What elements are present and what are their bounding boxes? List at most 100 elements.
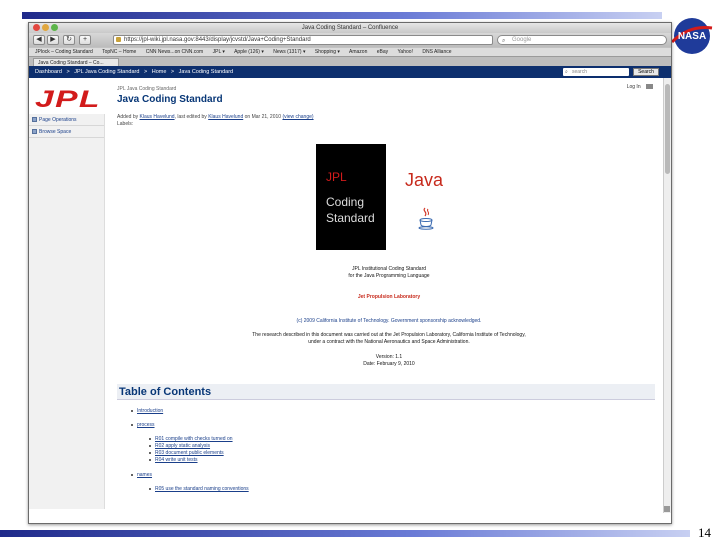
jpl-logo[interactable]: JPL xyxy=(35,86,101,114)
page-metadata: Added by Klaus Havelund, last edited by … xyxy=(117,114,314,120)
bookmark-item[interactable]: JPL ▾ xyxy=(213,49,225,55)
breadcrumb: Dashboard > JPL Java Coding Standard > H… xyxy=(35,69,236,75)
lab-name: Jet Propulsion Laboratory xyxy=(357,294,421,300)
toc-item[interactable]: process xyxy=(131,422,155,428)
breadcrumb-dashboard[interactable]: Dashboard xyxy=(35,69,62,75)
reload-button[interactable]: ↻ xyxy=(63,35,75,45)
toc-title: Table of Contents xyxy=(119,386,212,398)
browser-search-input[interactable]: ⌕ Google xyxy=(497,35,667,45)
vertical-scrollbar[interactable] xyxy=(663,78,671,513)
meta-date: on Mar 21, 2010 xyxy=(244,114,282,120)
search-icon: ⌕ xyxy=(502,38,506,44)
window-title: Java Coding Standard – Confluence xyxy=(301,25,399,31)
subtitle-line2: for the Java Programming Language xyxy=(348,273,430,279)
meta-mid: , last edited by xyxy=(174,114,207,120)
toc-link[interactable]: R01 compile with checks turned on xyxy=(155,436,233,442)
confluence-search-placeholder: search xyxy=(572,69,588,75)
bookmark-item[interactable]: TopNC – Home xyxy=(102,49,136,55)
cover-line2: Standard xyxy=(326,211,375,225)
toc-item[interactable]: R04 write unit tests xyxy=(149,457,198,463)
svg-text:NASA: NASA xyxy=(678,31,706,42)
bookmark-item[interactable]: News (1317) ▾ xyxy=(273,49,305,55)
nasa-logo: NASA xyxy=(670,18,713,54)
slide-page-number: 14 xyxy=(698,525,711,540)
browser-window: Java Coding Standard – Confluence ◀ ▶ ↻ … xyxy=(28,22,672,524)
bookmark-item[interactable]: JPlock – Coding Standard xyxy=(35,49,93,55)
bookmark-item[interactable]: Yahoo! xyxy=(397,49,412,55)
browser-toolbar: ◀ ▶ ↻ + https://jpl-wiki.jpl.nasa.gov:84… xyxy=(29,33,671,47)
toc-header: Table of Contents xyxy=(117,384,655,400)
toc-item[interactable]: Introduction xyxy=(131,408,163,414)
bookmark-item[interactable]: DNS Alliance xyxy=(422,49,451,55)
toc-link[interactable]: R02 apply static analysis xyxy=(155,443,210,449)
bookmark-item[interactable]: CNN News...on CNN.com xyxy=(146,49,204,55)
date-line: Date: February 9, 2010 xyxy=(363,361,415,367)
bookmarks-bar: JPlock – Coding Standard TopNC – Home CN… xyxy=(29,47,671,56)
address-bar[interactable]: https://jpl-wiki.jpl.nasa.gov:8443/displ… xyxy=(113,35,493,45)
bookmark-item[interactable]: eBay xyxy=(377,49,388,55)
bullet xyxy=(149,451,151,454)
confluence-header: Dashboard > JPL Java Coding Standard > H… xyxy=(29,66,671,78)
browser-search-placeholder: Google xyxy=(512,37,532,43)
slide-bottom-bar xyxy=(0,530,690,537)
sidebar-item-page-operations[interactable]: Page Operations xyxy=(29,114,104,126)
java-cup-icon xyxy=(418,207,434,230)
editor-link[interactable]: Klaus Havelund xyxy=(208,114,243,120)
breadcrumb-space[interactable]: JPL Java Coding Standard xyxy=(74,69,139,75)
bullet xyxy=(149,437,151,440)
space-breadcrumb[interactable]: JPL Java Coding Standard xyxy=(117,86,176,92)
bookmark-item[interactable]: Apple (126) ▾ xyxy=(234,49,264,55)
copyright-line: (c) 2009 California Institute of Technol… xyxy=(296,318,482,324)
folder-icon xyxy=(32,129,37,134)
sidebar-item-label: Page Operations xyxy=(39,117,77,123)
page-body: JPL Page Operations Browse Space Log In … xyxy=(29,78,671,513)
add-bookmark-button[interactable]: + xyxy=(79,35,91,45)
toc-item[interactable]: R03 document public elements xyxy=(149,450,224,456)
meta-prefix: Added by xyxy=(117,114,139,120)
breadcrumb-separator: > xyxy=(170,69,175,75)
slide-top-bar xyxy=(22,12,662,19)
page-title: Java Coding Standard xyxy=(117,94,223,105)
research-line2: under a contract with the National Aeron… xyxy=(308,339,470,345)
toc-item[interactable]: R02 apply static analysis xyxy=(149,443,210,449)
toc-link[interactable]: R05 use the standard naming conventions xyxy=(155,486,249,492)
breadcrumb-home[interactable]: Home xyxy=(152,69,167,75)
sidebar-item-browse-space[interactable]: Browse Space xyxy=(29,126,104,138)
toc-item[interactable]: names xyxy=(131,472,152,478)
view-change-link[interactable]: (view change) xyxy=(282,114,313,120)
cover-line1: Coding xyxy=(326,195,365,209)
java-logo-text: Java xyxy=(405,170,444,190)
breadcrumb-page[interactable]: Java Coding Standard xyxy=(179,69,233,75)
toc-item[interactable]: R05 use the standard naming conventions xyxy=(149,486,249,492)
resize-handle[interactable] xyxy=(664,506,670,512)
toc-link[interactable]: process xyxy=(137,422,155,428)
version-line: Version: 1.1 xyxy=(375,354,403,360)
toc-item[interactable]: R01 compile with checks turned on xyxy=(149,436,233,442)
toc-link[interactable]: R04 write unit tests xyxy=(155,457,198,463)
author-link[interactable]: Klaus Havelund xyxy=(140,114,175,120)
breadcrumb-separator: > xyxy=(66,69,70,75)
lock-icon xyxy=(116,37,121,42)
confluence-search-input[interactable]: ⌕ search xyxy=(563,68,629,76)
sidebar-item-label: Browse Space xyxy=(39,129,72,135)
sidebar: Page Operations Browse Space xyxy=(29,114,105,509)
bullet xyxy=(131,473,133,476)
tab-bar: Java Coding Standard – Co... xyxy=(29,56,671,67)
window-titlebar: Java Coding Standard – Confluence xyxy=(29,23,671,33)
labels-label: Labels: xyxy=(117,121,134,127)
back-button[interactable]: ◀ xyxy=(33,35,45,45)
address-text: https://jpl-wiki.jpl.nasa.gov:8443/displ… xyxy=(124,37,311,43)
toc-link[interactable]: names xyxy=(137,472,152,478)
printer-icon[interactable] xyxy=(646,84,653,90)
cover-image: JPL Coding Standard xyxy=(316,144,386,250)
confluence-search-button[interactable]: Search xyxy=(633,68,659,76)
login-link[interactable]: Log In xyxy=(627,84,641,90)
scrollbar-thumb[interactable] xyxy=(665,84,670,174)
bookmark-item[interactable]: Shopping ▾ xyxy=(315,49,340,55)
bookmark-item[interactable]: Amazon xyxy=(349,49,367,55)
subtitle-line1: JPL Institutional Coding Standard xyxy=(351,266,427,272)
toc-link[interactable]: R03 document public elements xyxy=(155,450,224,456)
bullet xyxy=(149,487,151,490)
forward-button[interactable]: ▶ xyxy=(47,35,59,45)
toc-link[interactable]: Introduction xyxy=(137,408,163,414)
